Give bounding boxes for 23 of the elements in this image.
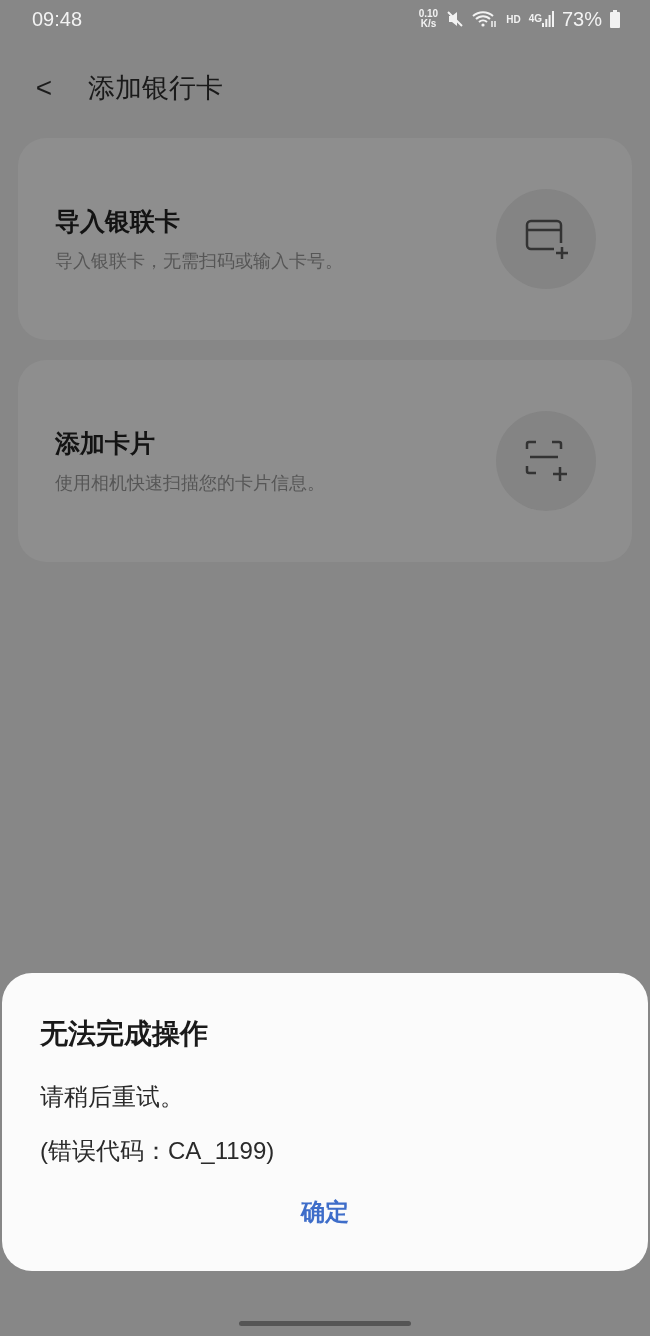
back-button[interactable]: < <box>32 74 56 102</box>
battery-level: 73% <box>561 7 602 32</box>
option-card[interactable]: 导入银联卡 导入银联卡，无需扫码或输入卡号。 <box>18 138 632 340</box>
option-description: 导入银联卡，无需扫码或输入卡号。 <box>55 250 344 274</box>
confirm-button[interactable]: 确定 <box>295 1193 355 1231</box>
option-title: 导入银联卡 <box>55 205 181 237</box>
signal-icon <box>541 11 554 27</box>
option-card[interactable]: 添加卡片 使用相机快速扫描您的卡片信息。 <box>18 360 632 562</box>
dialog-message: (错误代码：CA_1199) <box>40 1136 276 1166</box>
page-title: 添加银行卡 <box>88 71 223 105</box>
speed-value: 0.10 <box>418 8 439 19</box>
wifi-icon <box>472 10 499 28</box>
option-description: 使用相机快速扫描您的卡片信息。 <box>55 472 326 496</box>
mute-icon <box>446 10 465 28</box>
network-label: 4G <box>528 12 542 26</box>
hd-label: HD <box>506 12 521 27</box>
speed-unit: K/s <box>419 19 438 30</box>
option-title: 添加卡片 <box>55 427 156 459</box>
dialog-title: 无法完成操作 <box>40 1017 209 1051</box>
dialog-message: 请稍后重试。 <box>40 1082 185 1112</box>
home-indicator[interactable] <box>239 1321 411 1326</box>
battery-icon <box>610 10 620 28</box>
status-time: 09:48 <box>32 7 83 32</box>
